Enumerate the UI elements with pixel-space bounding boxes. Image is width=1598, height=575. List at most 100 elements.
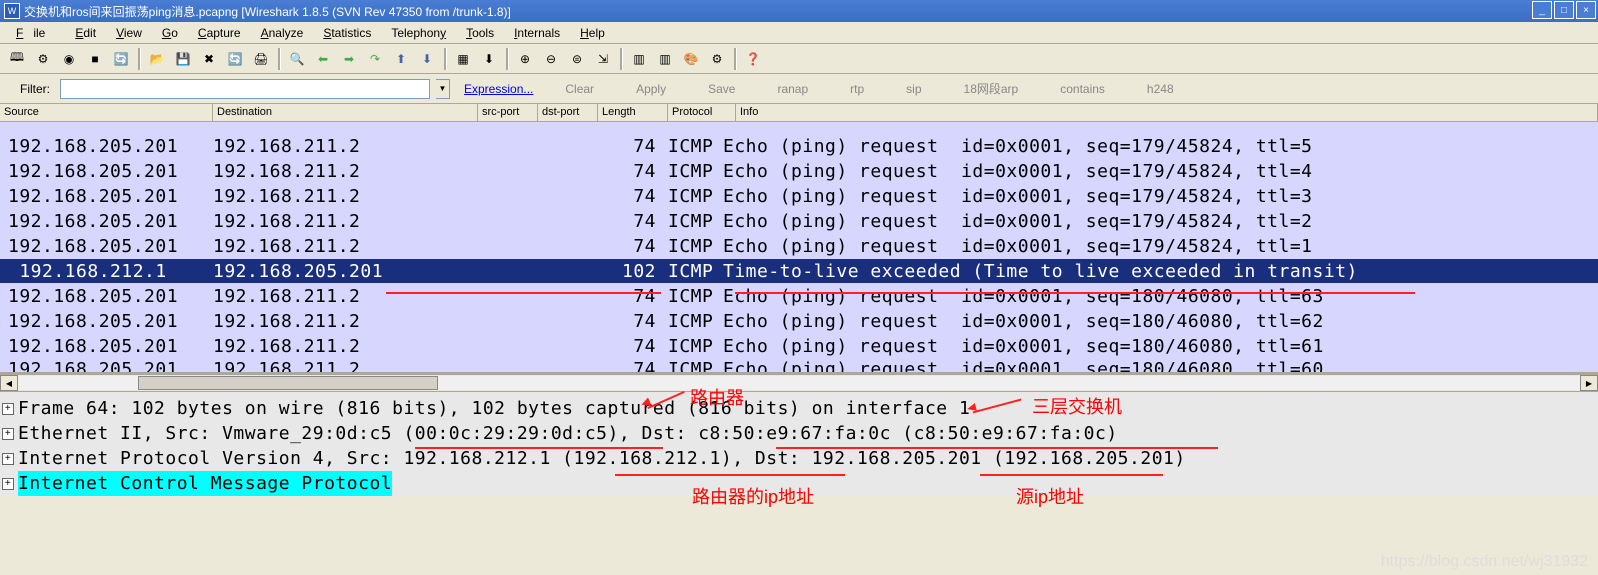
help-icon[interactable]: ❓: [741, 47, 765, 71]
go-to-icon[interactable]: ↷: [363, 47, 387, 71]
packet-row[interactable]: [0, 122, 1598, 134]
arp18-button[interactable]: 18网段arp: [964, 80, 1019, 97]
cell-protocol: ICMP: [668, 236, 723, 257]
sip-button[interactable]: sip: [906, 82, 921, 96]
maximize-button[interactable]: □: [1554, 1, 1574, 19]
zoom-100-icon[interactable]: ⊜: [565, 47, 589, 71]
cell-length: 74: [598, 136, 668, 157]
open-icon[interactable]: 📂: [145, 47, 169, 71]
expand-icon[interactable]: +: [2, 403, 14, 415]
filter-dropdown-icon[interactable]: ▼: [436, 79, 450, 99]
packet-row[interactable]: 192.168.212.1192.168.205.201102ICMPTime-…: [0, 259, 1598, 284]
packet-row[interactable]: 192.168.205.201192.168.211.274ICMPEcho (…: [0, 184, 1598, 209]
col-srcport[interactable]: src-port: [478, 104, 538, 121]
close-file-icon[interactable]: ✖: [197, 47, 221, 71]
col-info[interactable]: Info: [736, 104, 1598, 121]
cell-protocol: ICMP: [668, 161, 723, 182]
auto-scroll-icon[interactable]: ⬇: [477, 47, 501, 71]
col-protocol[interactable]: Protocol: [668, 104, 736, 121]
find-icon[interactable]: 🔍: [285, 47, 309, 71]
interfaces-icon[interactable]: 🕮: [5, 47, 29, 71]
go-last-icon[interactable]: ⬇: [415, 47, 439, 71]
print-icon[interactable]: 🖨: [249, 47, 273, 71]
scroll-thumb[interactable]: [138, 376, 438, 390]
cell-length: 74: [598, 211, 668, 232]
display-filter-icon[interactable]: ▥: [653, 47, 677, 71]
detail-ethernet[interactable]: +Ethernet II, Src: Vmware_29:0d:c5 (00:0…: [2, 421, 1596, 446]
detail-ip[interactable]: +Internet Protocol Version 4, Src: 192.1…: [2, 446, 1596, 471]
menu-tools[interactable]: Tools: [456, 24, 504, 42]
apply-button[interactable]: Apply: [636, 82, 666, 96]
filter-input[interactable]: [60, 79, 430, 99]
zoom-in-icon[interactable]: ⊕: [513, 47, 537, 71]
cell-destination: 192.168.211.2: [213, 211, 478, 232]
cell-destination: 192.168.211.2: [213, 336, 478, 357]
detail-frame[interactable]: +Frame 64: 102 bytes on wire (816 bits),…: [2, 396, 1596, 421]
packet-row[interactable]: 192.168.205.201192.168.211.274ICMPEcho (…: [0, 159, 1598, 184]
menu-file[interactable]: File: [6, 24, 65, 42]
cell-length: 74: [598, 311, 668, 332]
go-first-icon[interactable]: ⬆: [389, 47, 413, 71]
detail-icmp[interactable]: +Internet Control Message Protocol: [2, 471, 1596, 496]
go-back-icon[interactable]: ⬅: [311, 47, 335, 71]
menu-analyze[interactable]: Analyze: [251, 24, 314, 42]
packet-row[interactable]: 192.168.205.201192.168.211.274ICMPEcho (…: [0, 334, 1598, 359]
ranap-button[interactable]: ranap: [777, 82, 808, 96]
packet-row[interactable]: 192.168.205.201192.168.211.274ICMPEcho (…: [0, 209, 1598, 234]
expression-link[interactable]: Expression...: [464, 82, 533, 96]
packet-row[interactable]: 192.168.205.201192.168.211.274ICMPEcho (…: [0, 309, 1598, 334]
cell-destination: 192.168.211.2: [213, 136, 478, 157]
menu-capture[interactable]: Capture: [188, 24, 251, 42]
cell-source: 192.168.205.201: [8, 286, 213, 307]
menu-edit[interactable]: Edit: [65, 24, 106, 42]
reload-icon[interactable]: 🔄: [223, 47, 247, 71]
go-forward-icon[interactable]: ➡: [337, 47, 361, 71]
expand-icon[interactable]: +: [2, 478, 14, 490]
close-button[interactable]: ×: [1576, 1, 1596, 19]
cell-info: Echo (ping) request id=0x0001, seq=180/4…: [723, 311, 1598, 332]
options-icon[interactable]: ⚙: [31, 47, 55, 71]
menu-go[interactable]: Go: [152, 24, 188, 42]
save-icon[interactable]: 💾: [171, 47, 195, 71]
packet-row[interactable]: 192.168.205.201192.168.211.274ICMPEcho (…: [0, 284, 1598, 309]
packet-details-pane[interactable]: +Frame 64: 102 bytes on wire (816 bits),…: [0, 392, 1598, 496]
resize-cols-icon[interactable]: ⇲: [591, 47, 615, 71]
scroll-right-icon[interactable]: ▶: [1580, 375, 1598, 391]
stop-capture-icon[interactable]: ■: [83, 47, 107, 71]
packet-row[interactable]: 192.168.205.201192.168.211.274ICMPEcho (…: [0, 234, 1598, 259]
cell-info: Echo (ping) request id=0x0001, seq=179/4…: [723, 136, 1598, 157]
start-capture-icon[interactable]: ◉: [57, 47, 81, 71]
expand-icon[interactable]: +: [2, 428, 14, 440]
cell-protocol: ICMP: [668, 311, 723, 332]
minimize-button[interactable]: _: [1532, 1, 1552, 19]
h248-button[interactable]: h248: [1147, 82, 1174, 96]
h-scrollbar[interactable]: ◀ ▶: [0, 374, 1598, 392]
cell-info: Echo (ping) request id=0x0001, seq=180/4…: [723, 286, 1598, 307]
cell-info: Echo (ping) request id=0x0001, seq=179/4…: [723, 211, 1598, 232]
cell-info: Echo (ping) request id=0x0001, seq=180/4…: [723, 359, 1598, 374]
menu-help[interactable]: Help: [570, 24, 615, 42]
col-length[interactable]: Length: [598, 104, 668, 121]
restart-capture-icon[interactable]: 🔄: [109, 47, 133, 71]
menu-internals[interactable]: Internals: [504, 24, 570, 42]
capture-filter-icon[interactable]: ▥: [627, 47, 651, 71]
packet-row[interactable]: 192.168.205.201192.168.211.274ICMPEcho (…: [0, 134, 1598, 159]
menu-telephony[interactable]: Telephony: [381, 24, 456, 42]
contains-button[interactable]: contains: [1060, 82, 1105, 96]
col-source[interactable]: Source: [0, 104, 213, 121]
col-dstport[interactable]: dst-port: [538, 104, 598, 121]
colorize-icon[interactable]: ▦: [451, 47, 475, 71]
col-destination[interactable]: Destination: [213, 104, 478, 121]
scroll-left-icon[interactable]: ◀: [0, 375, 18, 391]
menu-view[interactable]: View: [106, 24, 152, 42]
preferences-icon[interactable]: ⚙: [705, 47, 729, 71]
menu-statistics[interactable]: Statistics: [313, 24, 381, 42]
expand-icon[interactable]: +: [2, 453, 14, 465]
packet-row[interactable]: 192.168.205.201192.168.211.274ICMPEcho (…: [0, 359, 1598, 374]
save-button[interactable]: Save: [708, 82, 735, 96]
zoom-out-icon[interactable]: ⊖: [539, 47, 563, 71]
rtp-button[interactable]: rtp: [850, 82, 864, 96]
coloring-rules-icon[interactable]: 🎨: [679, 47, 703, 71]
clear-button[interactable]: Clear: [565, 82, 594, 96]
packet-list[interactable]: 192.168.205.201192.168.211.274ICMPEcho (…: [0, 122, 1598, 374]
